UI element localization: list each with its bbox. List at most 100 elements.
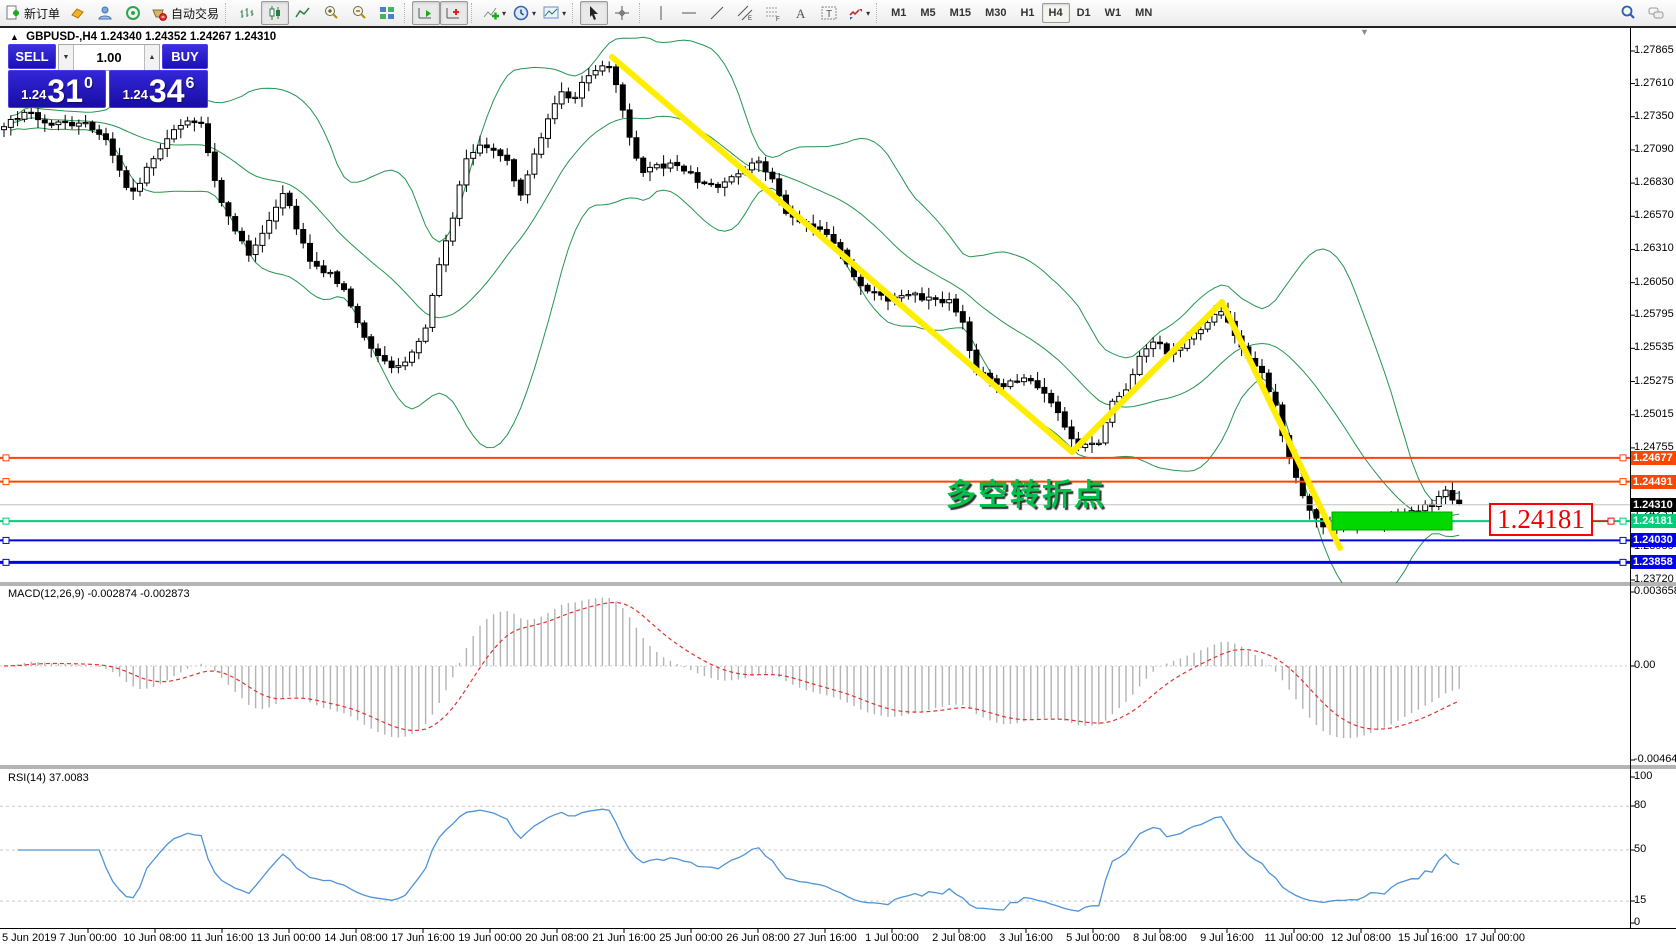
svg-text:T: T <box>826 9 832 20</box>
vertical-line-icon[interactable] <box>647 1 675 25</box>
volume-stepper: ▼ ▲ <box>58 44 160 71</box>
macd-label: MACD(12,26,9) -0.002874 -0.002873 <box>8 588 190 600</box>
market-icon[interactable] <box>63 1 91 25</box>
toolbar-separator <box>572 3 577 23</box>
text-label-icon[interactable]: T <box>815 1 843 25</box>
price-axis-tick: 1.25795 <box>1634 308 1674 320</box>
volume-input[interactable] <box>74 45 144 70</box>
collapse-triangle-icon[interactable]: ▲ <box>10 32 19 42</box>
price-callout-label[interactable]: 1.24181 <box>1489 503 1593 536</box>
price-axis-tick: 1.26570 <box>1634 209 1674 221</box>
symbol-name: GBPUSD-,H4 <box>26 31 97 43</box>
time-axis-label: 15 Jul 16:00 <box>1398 932 1458 944</box>
timeframe-H4[interactable]: H4 <box>1042 3 1070 23</box>
search-icon[interactable] <box>1614 1 1642 25</box>
templates-icon[interactable]: ▾ <box>539 1 569 25</box>
price-axis-tick: 1.26050 <box>1634 276 1674 288</box>
channel-icon[interactable]: E <box>731 1 759 25</box>
bar-chart-icon[interactable] <box>233 1 261 25</box>
new-order-label: 新订单 <box>24 5 60 22</box>
sell-price-prefix: 1.24 <box>21 87 46 102</box>
timeframe-D1[interactable]: D1 <box>1070 3 1098 23</box>
price-axis-highlight: 1.24310 <box>1631 498 1676 512</box>
time-axis-label: 5 Jun 2019 <box>2 932 56 944</box>
price-axis-highlight: 1.24030 <box>1631 533 1676 547</box>
new-order-button[interactable]: 新订单 <box>0 1 63 25</box>
news-icon[interactable] <box>119 1 147 25</box>
tile-windows-icon[interactable] <box>373 1 401 25</box>
volume-increase-button[interactable]: ▲ <box>144 45 159 70</box>
rsi-axis-value: 0 <box>1634 916 1640 928</box>
auto-trading-button[interactable]: 自动交易 <box>147 1 222 25</box>
price-axis-tick: 1.25535 <box>1634 341 1674 353</box>
sell-price-pips: 31 <box>47 76 83 106</box>
scroll-position-icon: ▼ <box>1360 27 1369 37</box>
timeframe-M30[interactable]: M30 <box>978 3 1013 23</box>
arrows-icon[interactable]: ▾ <box>843 1 873 25</box>
time-axis-label: 12 Jul 08:00 <box>1331 932 1391 944</box>
time-axis-label: 9 Jul 16:00 <box>1200 932 1254 944</box>
symbol-header: ▲ GBPUSD-,H4 1.24340 1.24352 1.24267 1.2… <box>10 31 276 43</box>
timeframe-M5[interactable]: M5 <box>913 3 942 23</box>
time-axis-label: 11 Jun 16:00 <box>191 932 254 944</box>
price-axis-highlight: 1.24181 <box>1631 514 1676 528</box>
time-axis-label: 8 Jul 08:00 <box>1133 932 1187 944</box>
timeframe-H1[interactable]: H1 <box>1013 3 1041 23</box>
price-axis-tick: 1.27865 <box>1634 44 1674 56</box>
macd-axis-value: 0.00 <box>1634 659 1655 671</box>
timeframe-M1[interactable]: M1 <box>884 3 913 23</box>
rsi-axis-value: 80 <box>1634 799 1646 811</box>
indicators-icon[interactable]: ▾ <box>479 1 509 25</box>
trendline-icon[interactable] <box>703 1 731 25</box>
timeframe-W1[interactable]: W1 <box>1098 3 1129 23</box>
price-axis-tick: 1.26830 <box>1634 176 1674 188</box>
zoom-in-icon[interactable] <box>317 1 345 25</box>
sell-price[interactable]: 1.24 31 0 <box>8 70 106 108</box>
ohlc-open: 1.24340 <box>100 31 142 43</box>
profile-icon[interactable] <box>91 1 119 25</box>
chart-shift-icon[interactable] <box>440 1 468 25</box>
price-axis-tick: 1.27610 <box>1634 77 1674 89</box>
mt4-window: 新订单 自动交易 <box>0 0 1676 949</box>
dropdown-caret-icon: ▾ <box>502 9 506 18</box>
macd-axis-value: -0.004645 <box>1634 753 1676 765</box>
price-axis-highlight: 1.24677 <box>1631 451 1676 465</box>
timeframe-MN[interactable]: MN <box>1128 3 1159 23</box>
price-axis-highlight: 1.23858 <box>1631 555 1676 569</box>
time-axis-label: 3 Jul 16:00 <box>999 932 1053 944</box>
svg-text:F: F <box>776 17 780 22</box>
timeframe-M15[interactable]: M15 <box>943 3 978 23</box>
sell-button[interactable]: SELL <box>8 44 56 69</box>
volume-decrease-button[interactable]: ▼ <box>59 45 74 70</box>
text-icon[interactable]: A <box>787 1 815 25</box>
svg-text:A: A <box>796 6 806 21</box>
timeframe-group: M1M5M15M30H1H4D1W1MN <box>884 1 1159 25</box>
buy-price[interactable]: 1.24 34 6 <box>109 70 208 108</box>
crosshair-icon[interactable] <box>608 1 636 25</box>
time-axis-label: 17 Jun 16:00 <box>391 932 455 944</box>
toolbar-separator <box>876 3 881 23</box>
time-axis-label: 21 Jun 16:00 <box>592 932 656 944</box>
buy-button[interactable]: BUY <box>162 44 208 69</box>
fibonacci-icon[interactable]: F <box>759 1 787 25</box>
cursor-icon[interactable] <box>580 1 608 25</box>
price-axis-tick: 1.25015 <box>1634 408 1674 420</box>
price-axis-tick: 1.26310 <box>1634 242 1674 254</box>
auto-scroll-icon[interactable] <box>412 1 440 25</box>
zoom-out-icon[interactable] <box>345 1 373 25</box>
price-axis-highlight: 1.24491 <box>1631 475 1676 489</box>
one-click-trading-panel: SELL ▼ ▲ BUY 1.24 31 0 1.24 34 6 <box>8 44 208 108</box>
annotation-text[interactable]: 多空转折点 <box>946 470 1106 514</box>
dropdown-caret-icon: ▾ <box>532 9 536 18</box>
line-chart-icon[interactable] <box>289 1 317 25</box>
candlestick-chart-icon[interactable] <box>261 1 289 25</box>
time-axis-label: 2 Jul 08:00 <box>932 932 986 944</box>
dropdown-caret-icon: ▾ <box>866 9 870 18</box>
chart-canvas[interactable] <box>0 0 1676 949</box>
chat-icon[interactable] <box>1642 1 1670 25</box>
dropdown-caret-icon: ▾ <box>562 9 566 18</box>
periods-icon[interactable]: ▾ <box>509 1 539 25</box>
horizontal-line-icon[interactable] <box>675 1 703 25</box>
time-axis-label: 1 Jul 00:00 <box>865 932 919 944</box>
ohlc-low: 1.24267 <box>190 31 232 43</box>
